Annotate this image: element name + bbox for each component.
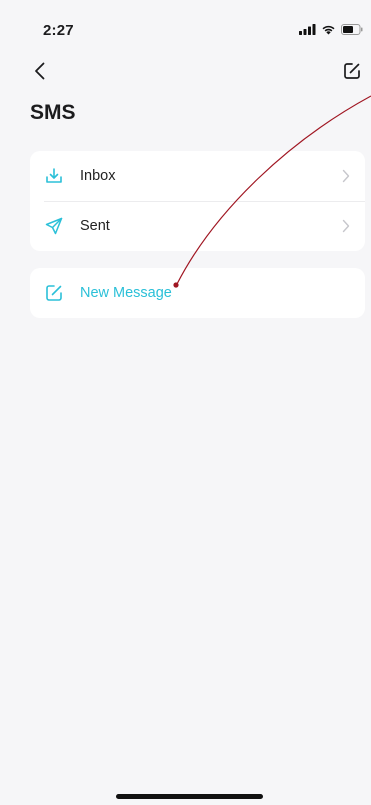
back-button[interactable]: [30, 60, 52, 82]
status-icons: [299, 24, 363, 35]
signal-icon: [299, 24, 316, 35]
new-message-button[interactable]: New Message: [30, 268, 365, 318]
page-title: SMS: [30, 101, 76, 124]
wifi-icon: [322, 25, 335, 35]
chevron-right-icon: [342, 169, 350, 183]
inbox-row[interactable]: Inbox: [30, 151, 365, 201]
sent-row[interactable]: Sent: [30, 201, 365, 251]
new-message-card: New Message: [30, 268, 365, 318]
new-message-label: New Message: [80, 285, 172, 301]
battery-icon: [341, 24, 363, 35]
message-folders-card: Inbox Sent: [30, 151, 365, 251]
inbox-label: Inbox: [80, 168, 116, 184]
compose-button[interactable]: [341, 60, 363, 82]
send-icon: [45, 217, 63, 235]
compose-icon: [46, 285, 62, 301]
chevron-left-icon: [35, 62, 45, 80]
sent-label: Sent: [80, 218, 110, 234]
status-bar: 2:27: [0, 0, 371, 52]
compose-icon: [344, 63, 360, 79]
sms-screen: 2:27 SMS Inbox Sent New Message: [0, 0, 371, 805]
chevron-right-icon: [342, 219, 350, 233]
download-icon: [46, 168, 62, 183]
home-indicator: [116, 794, 263, 799]
status-time: 2:27: [43, 22, 74, 39]
